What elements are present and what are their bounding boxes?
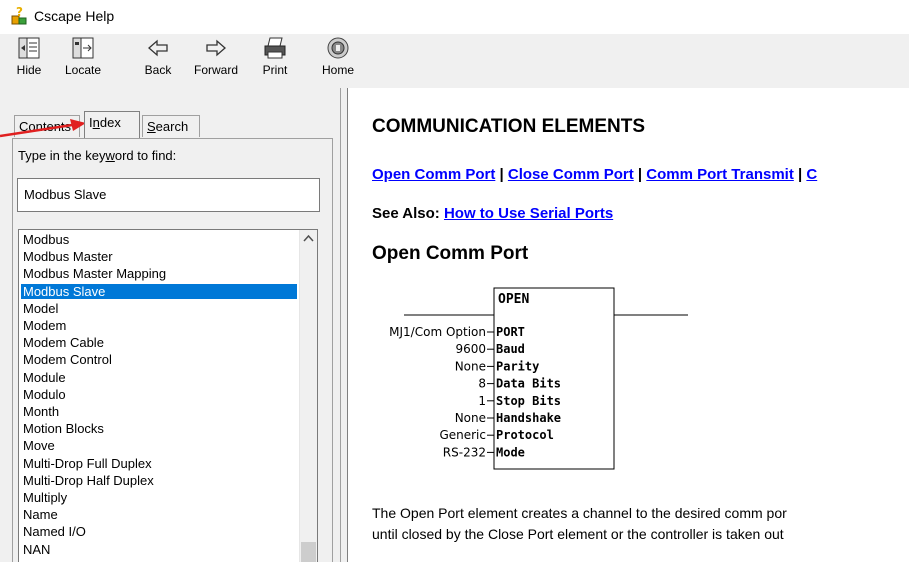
- svg-text:?: ?: [16, 7, 23, 19]
- param-value: 1: [478, 394, 486, 408]
- param-value: 9600: [455, 342, 486, 356]
- param-label: Baud: [496, 342, 525, 356]
- param-value: None: [455, 359, 486, 373]
- scroll-thumb[interactable]: [301, 542, 316, 562]
- link-close-comm-port[interactable]: Close Comm Port: [508, 166, 634, 183]
- window-title: Cscape Help: [34, 8, 115, 24]
- vertical-scrollbar[interactable]: [299, 230, 317, 562]
- print-button[interactable]: Print: [258, 36, 292, 86]
- home-icon: [327, 37, 349, 59]
- hide-icon: [18, 37, 40, 59]
- list-item[interactable]: Month: [21, 404, 297, 419]
- link-separator: |: [495, 166, 508, 183]
- list-item[interactable]: Multi-Drop Half Duplex: [21, 473, 297, 488]
- list-item[interactable]: Motion Blocks: [21, 421, 297, 436]
- toolbar: Hide Locate Back Forward Print Home: [0, 34, 909, 89]
- topic-links: Open Comm Port | Close Comm Port | Comm …: [372, 166, 817, 183]
- back-arrow-icon: [148, 39, 168, 57]
- block-name: OPEN: [498, 292, 529, 307]
- param-label: Stop Bits: [496, 394, 561, 408]
- locate-icon: [72, 37, 94, 59]
- back-button[interactable]: Back: [140, 36, 176, 86]
- forward-arrow-icon: [206, 39, 226, 57]
- link-more[interactable]: C: [806, 166, 817, 183]
- home-button[interactable]: Home: [318, 36, 358, 86]
- keyword-input[interactable]: Modbus Slave: [17, 178, 320, 212]
- hide-button[interactable]: Hide: [12, 36, 46, 86]
- link-separator: |: [793, 166, 807, 183]
- list-item[interactable]: Multiply: [21, 490, 297, 505]
- page-title: COMMUNICATION ELEMENTS: [372, 116, 646, 137]
- link-serial-ports[interactable]: How to Use Serial Ports: [444, 205, 613, 222]
- description-line-1: The Open Port element creates a channel …: [372, 505, 787, 521]
- list-item[interactable]: Modbus: [21, 232, 297, 247]
- annotation-arrow-icon: [0, 119, 86, 138]
- param-value: MJ1/Com Option: [389, 325, 486, 339]
- tab-index[interactable]: Index: [84, 111, 140, 138]
- list-item[interactable]: Modem Control: [21, 352, 297, 367]
- link-open-comm-port[interactable]: Open Comm Port: [372, 166, 495, 183]
- list-item[interactable]: Modem: [21, 318, 297, 333]
- param-label: Data Bits: [496, 377, 561, 391]
- list-item[interactable]: Modbus Master Mapping: [21, 266, 297, 281]
- param-label: Protocol: [496, 428, 554, 442]
- list-item[interactable]: Named I/O: [21, 524, 297, 539]
- list-item[interactable]: NAN: [21, 542, 297, 557]
- locate-button[interactable]: Locate: [58, 36, 108, 86]
- printer-icon: [264, 37, 286, 59]
- locate-label: Locate: [64, 63, 102, 77]
- param-value: RS-232: [443, 445, 486, 459]
- open-block-diagram: OPEN MJ1/Com Option PORT 9600 Baud None Parit…: [389, 287, 688, 470]
- list-item[interactable]: Name: [21, 507, 297, 522]
- param-value: None: [455, 411, 486, 425]
- help-app-icon: ?: [11, 7, 27, 25]
- list-item[interactable]: Modbus Master: [21, 249, 297, 264]
- link-comm-port-transmit[interactable]: Comm Port Transmit: [646, 166, 794, 183]
- list-item[interactable]: Move: [21, 438, 297, 453]
- description-paragraph: The Open Port element creates a channel …: [372, 503, 787, 545]
- param-label: Parity: [496, 359, 539, 373]
- forward-button[interactable]: Forward: [188, 36, 244, 86]
- param-label: Mode: [496, 445, 525, 459]
- list-item[interactable]: Module: [21, 370, 297, 385]
- hide-label: Hide: [16, 63, 42, 77]
- see-also-label: See Also:: [372, 205, 444, 222]
- param-label: PORT: [496, 325, 525, 339]
- scroll-up-arrow-icon[interactable]: [300, 230, 317, 247]
- link-separator: |: [633, 166, 647, 183]
- param-label: Handshake: [496, 411, 561, 425]
- param-value: Generic: [439, 428, 486, 442]
- list-item[interactable]: Modulo: [21, 387, 297, 402]
- list-item[interactable]: Modem Cable: [21, 335, 297, 350]
- title-bar: ? Cscape Help: [0, 0, 909, 34]
- section-heading: Open Comm Port: [372, 243, 529, 264]
- back-label: Back: [144, 63, 172, 77]
- see-also: See Also: How to Use Serial Ports: [372, 205, 613, 222]
- topic-content: COMMUNICATION ELEMENTS Open Comm Port | …: [347, 88, 909, 562]
- list-item[interactable]: Model: [21, 301, 297, 316]
- list-item[interactable]: Multi-Drop Full Duplex: [21, 456, 297, 471]
- list-item-selected[interactable]: Modbus Slave: [21, 283, 297, 299]
- keyword-prompt: Type in the keyword to find:: [18, 148, 177, 163]
- param-value: 8: [478, 377, 486, 391]
- description-line-2: until closed by the Close Port element o…: [372, 526, 784, 542]
- index-listbox[interactable]: Modbus Modbus Master Modbus Master Mapping…: [18, 229, 318, 562]
- home-label: Home: [321, 63, 354, 77]
- tab-search[interactable]: Search: [142, 115, 200, 137]
- forward-label: Forward: [193, 63, 238, 77]
- print-label: Print: [262, 63, 288, 77]
